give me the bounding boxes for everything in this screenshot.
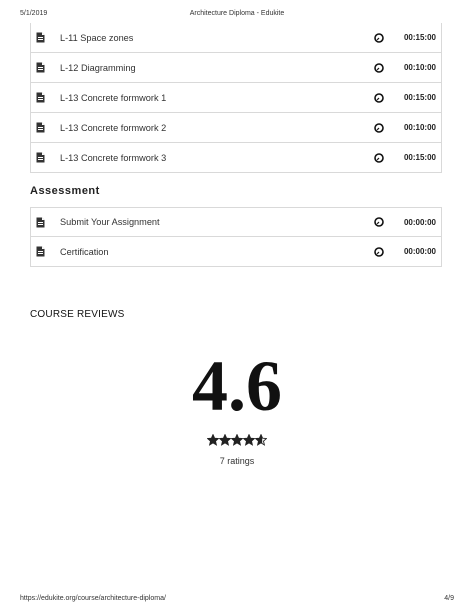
reviews-heading: COURSE REVIEWS <box>30 309 125 320</box>
assessment-list: Submit Your Assignment 00:00:00 Certific… <box>30 207 442 267</box>
document-icon <box>36 122 46 133</box>
page-footer: https://edukite.org/course/architecture-… <box>0 595 474 607</box>
lesson-row[interactable]: L-11 Space zones 00:15:00 <box>30 23 442 53</box>
lesson-title: L-11 Space zones <box>60 32 134 43</box>
lesson-row[interactable]: L-13 Concrete formwork 1 00:15:00 <box>30 83 442 113</box>
lesson-duration: 00:10:00 <box>403 123 436 132</box>
assessment-row[interactable]: Certification 00:00:00 <box>30 237 442 267</box>
page-header: 5/1/2019 Architecture Diploma - Edukite <box>0 10 474 22</box>
lesson-duration: 00:15:00 <box>403 33 436 42</box>
assessment-duration: 00:00:00 <box>403 217 436 227</box>
lesson-title: L-12 Diagramming <box>60 62 136 73</box>
average-rating: 4.6 <box>192 346 282 426</box>
clock-icon <box>374 246 384 257</box>
document-icon <box>36 152 46 163</box>
lesson-title: L-13 Concrete formwork 3 <box>60 152 167 163</box>
lesson-row[interactable]: L-12 Diagramming 00:10:00 <box>30 53 442 83</box>
clock-icon <box>374 122 384 133</box>
clock-icon <box>374 62 384 73</box>
assessment-heading: Assessment <box>30 185 100 197</box>
clock-icon <box>374 217 384 227</box>
star-icon <box>219 434 231 446</box>
star-icon <box>207 434 219 446</box>
lesson-row[interactable]: L-13 Concrete formwork 2 00:10:00 <box>30 113 442 143</box>
ratings-count: 7 ratings <box>219 456 255 466</box>
lesson-duration: 00:15:00 <box>403 93 436 102</box>
page-number: 4/9 <box>444 595 454 602</box>
clock-icon <box>374 152 384 163</box>
page-url: https://edukite.org/course/architecture-… <box>20 595 166 602</box>
document-icon <box>36 62 46 73</box>
assessment-row[interactable]: Submit Your Assignment 00:00:00 <box>30 207 442 237</box>
lesson-duration: 00:15:00 <box>403 153 436 162</box>
document-icon <box>36 246 46 257</box>
lesson-title: L-13 Concrete formwork 1 <box>60 92 167 103</box>
star-icon <box>231 434 243 446</box>
clock-icon <box>374 92 384 103</box>
lesson-title: L-13 Concrete formwork 2 <box>60 122 167 133</box>
document-icon <box>36 92 46 103</box>
document-icon <box>36 32 46 43</box>
lesson-row[interactable]: L-13 Concrete formwork 3 00:15:00 <box>30 143 442 173</box>
star-rating <box>0 434 474 446</box>
star-icon <box>255 434 267 446</box>
lesson-duration: 00:10:00 <box>403 63 436 72</box>
document-icon <box>36 217 46 228</box>
assessment-title: Certification <box>60 246 109 257</box>
assessment-title: Submit Your Assignment <box>60 217 160 227</box>
clock-icon <box>374 32 384 43</box>
assessment-duration: 00:00:00 <box>403 247 436 256</box>
star-icon <box>243 434 255 446</box>
lesson-list: L-11 Space zones 00:15:00 L-12 Diagrammi… <box>30 23 442 173</box>
page-title: Architecture Diploma - Edukite <box>189 10 285 17</box>
